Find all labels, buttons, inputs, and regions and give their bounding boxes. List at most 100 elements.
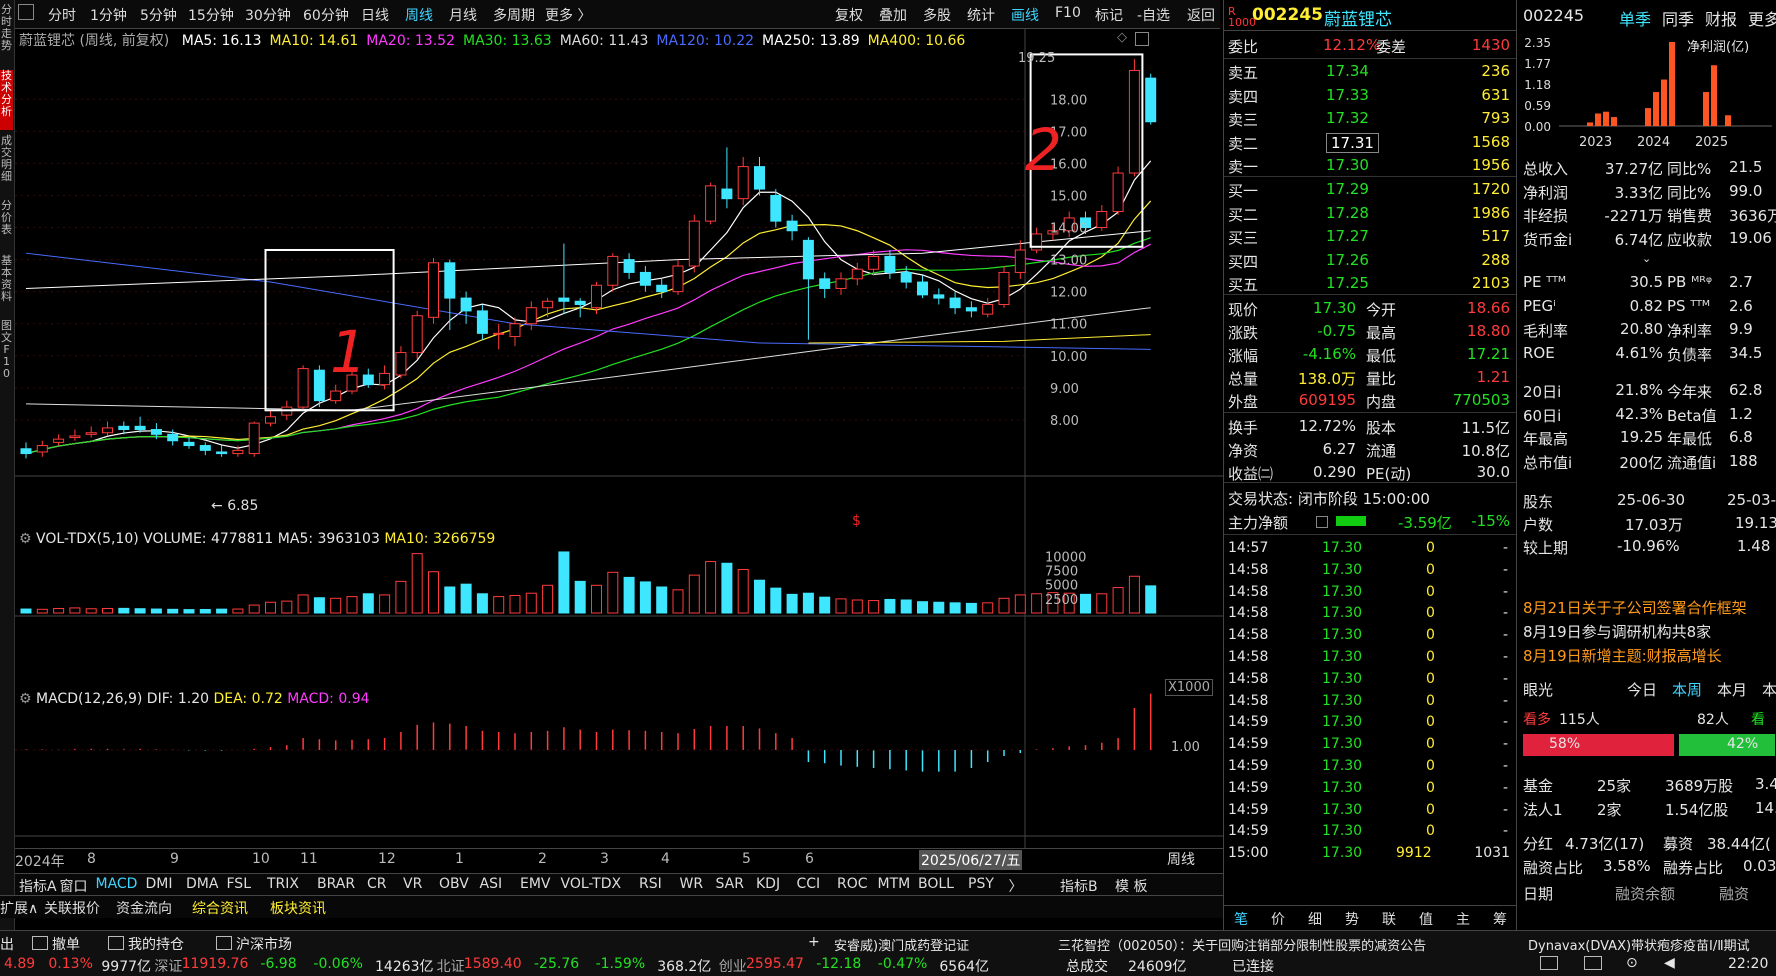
period-fenshi[interactable]: 分时 [48,5,76,25]
quote-level-row[interactable]: 卖五 17.34 236 [1228,60,1514,82]
indicator-tab-窗口[interactable]: 窗口 [60,876,88,896]
quote-level-row[interactable]: 卖三 17.32 793 [1228,107,1514,129]
btn-f10[interactable]: F10 [1055,5,1081,21]
bottom-tab[interactable]: 扩展∧ [0,898,38,918]
indicator-tab-cci[interactable]: CCI [797,876,821,892]
left-tab-basic-info[interactable]: 基本资料 [0,255,13,315]
location-icon[interactable]: ⊙ [1626,955,1638,971]
btn-back[interactable]: 返回 [1187,5,1215,25]
period-monthly[interactable]: 月线 [449,5,477,25]
eye-tab[interactable]: 今日 [1627,679,1657,700]
period-60min[interactable]: 60分钟 [303,5,349,25]
news-ticker-item[interactable]: 三花智控（002050）：关于回购注销部分限制性股票的减资公告 [1058,935,1426,954]
quote-tab[interactable]: 价 [1271,909,1285,929]
indicator-tab-obv[interactable]: OBV [439,876,469,892]
quote-level-row[interactable]: 买四 17.26 288 [1228,249,1514,271]
sound-icon[interactable]: ◀ [1664,955,1675,971]
footer-button[interactable]: 沪深市场 [216,934,292,954]
quote-level-row[interactable]: 买二 17.28 1986 [1228,202,1514,224]
settings-icon[interactable]: ⚙ [19,691,32,707]
left-tab-f10[interactable]: 图文F10 [0,320,13,380]
indicator-tab-指标a[interactable]: 指标A [19,876,57,896]
quote-tab[interactable]: 笔 [1234,909,1248,929]
indicator-tab-vr[interactable]: VR [403,876,422,892]
indicator-tab-〉[interactable]: 〉 [1009,876,1023,896]
btn-fuquan[interactable]: 复权 [835,5,863,25]
plus-icon[interactable]: + [808,934,820,950]
indicator-tab-vol-tdx[interactable]: VOL-TDX [561,876,622,892]
fin-tab-quarter[interactable]: 单季 [1619,6,1651,30]
btn-mark[interactable]: 标记 [1095,5,1123,25]
indicator-tab-dma[interactable]: DMA [186,876,218,892]
indicator-tab-rsi[interactable]: RSI [639,876,662,892]
quote-tab[interactable]: 主 [1456,909,1470,929]
btn-overlay[interactable]: 叠加 [879,5,907,25]
indicator-tab-boll[interactable]: BOLL [918,876,954,892]
period-5min[interactable]: 5分钟 [140,5,177,25]
bottom-tab[interactable]: 关联报价 [44,898,100,918]
news-item[interactable]: 8月19日参与调研机构共8家 [1523,621,1711,642]
window-toggle-icon[interactable] [18,4,34,20]
kline-chart-area[interactable]: 蔚蓝锂芯 (周线, 前复权) MA5: 16.13 MA10: 14.61 MA20… [15,28,1223,873]
indicator-tab-macd[interactable]: MACD [96,876,138,892]
btn-draw-line[interactable]: 画线 [1011,5,1039,25]
btn-watchlist[interactable]: -自选 [1137,5,1170,25]
indicator-tab-trix[interactable]: TRIX [267,876,299,892]
left-tab-timeline[interactable]: 分时走势 [0,4,13,66]
period-15min[interactable]: 15分钟 [188,5,234,25]
left-tab-tech-analysis[interactable]: 技术分析 [0,70,13,130]
indicator-tab-emv[interactable]: EMV [520,876,551,892]
btn-multi-stock[interactable]: 多股 [923,5,951,25]
settings-icon[interactable]: ⚙ [19,531,32,547]
eye-tab[interactable]: 本月 [1717,679,1747,700]
btn-stats[interactable]: 统计 [967,5,995,25]
quote-tab[interactable]: 细 [1308,909,1322,929]
quote-level-row[interactable]: 买一 17.29 1720 [1228,178,1514,200]
indicator-tab-kdj[interactable]: KDJ [756,876,780,892]
quote-tab[interactable]: 筹 [1493,909,1507,929]
eye-tab[interactable]: 本年 [1762,679,1776,700]
bottom-tab[interactable]: 资金流向 [116,898,172,918]
mail-icon[interactable] [1540,956,1558,970]
flow-settings-icon[interactable] [1316,516,1328,528]
indicator-tab-mtm[interactable]: MTM [878,876,911,892]
footer-button[interactable]: 撤单 [32,934,80,954]
footer-button[interactable]: 出 [0,934,14,954]
period-multi[interactable]: 多周期 [493,5,535,25]
fin-tab-same-quarter[interactable]: 同季 [1662,6,1694,30]
indicator-tab-psy[interactable]: PSY [968,876,994,892]
news-item[interactable]: 8月21日关于子公司签署合作框架 [1523,597,1747,618]
keyboard-icon[interactable] [1584,956,1602,970]
bottom-tab[interactable]: 板块资讯 [270,898,326,918]
indicator-tab-asi[interactable]: ASI [480,876,503,892]
quote-level-row[interactable]: 买五 17.25 2103 [1228,272,1514,294]
indicator-tab-b[interactable]: 指标B [1060,876,1098,896]
quote-tab[interactable]: 联 [1382,909,1396,929]
quote-tab[interactable]: 值 [1419,909,1433,929]
indicator-tab-cr[interactable]: CR [367,876,387,892]
indicator-tab-dmi[interactable]: DMI [146,876,173,892]
eye-tab[interactable]: 本周 [1672,679,1702,700]
quote-tab[interactable]: 势 [1345,909,1359,929]
chevron-down-icon[interactable]: ⌄ [1642,252,1651,265]
bottom-tab[interactable]: 综合资讯 [192,898,248,918]
period-weekly[interactable]: 周线 [405,5,433,25]
indicator-tab-fsl[interactable]: FSL [227,876,252,892]
period-1min[interactable]: 1分钟 [90,5,127,25]
indicator-tab-wr[interactable]: WR [680,876,704,892]
news-ticker-item[interactable]: 安睿威)澳门成药登记证 [834,935,969,954]
news-ticker-item[interactable]: Dynavax(DVAX)带状疱疹疫苗Ⅰ/Ⅱ期试 [1528,935,1750,954]
period-30min[interactable]: 30分钟 [245,5,291,25]
news-item[interactable]: 8月19日新增主题:财报高增长 [1523,645,1722,666]
footer-button[interactable]: 我的持仓 [108,934,184,954]
quote-level-row[interactable]: 卖二 17.31 1568 [1228,131,1514,153]
quote-level-row[interactable]: 买三 17.27 517 [1228,225,1514,247]
quote-level-row[interactable]: 卖四 17.33 631 [1228,84,1514,106]
period-daily[interactable]: 日线 [361,5,389,25]
left-tab-trade-detail[interactable]: 成交明细 [0,135,13,195]
indicator-tab-brar[interactable]: BRAR [317,876,355,892]
indicator-tab-sar[interactable]: SAR [716,876,744,892]
fin-tab-report[interactable]: 财报 [1705,6,1737,30]
indicator-tab-roc[interactable]: ROC [837,876,868,892]
fin-tab-more[interactable]: 更多 [1748,6,1776,30]
